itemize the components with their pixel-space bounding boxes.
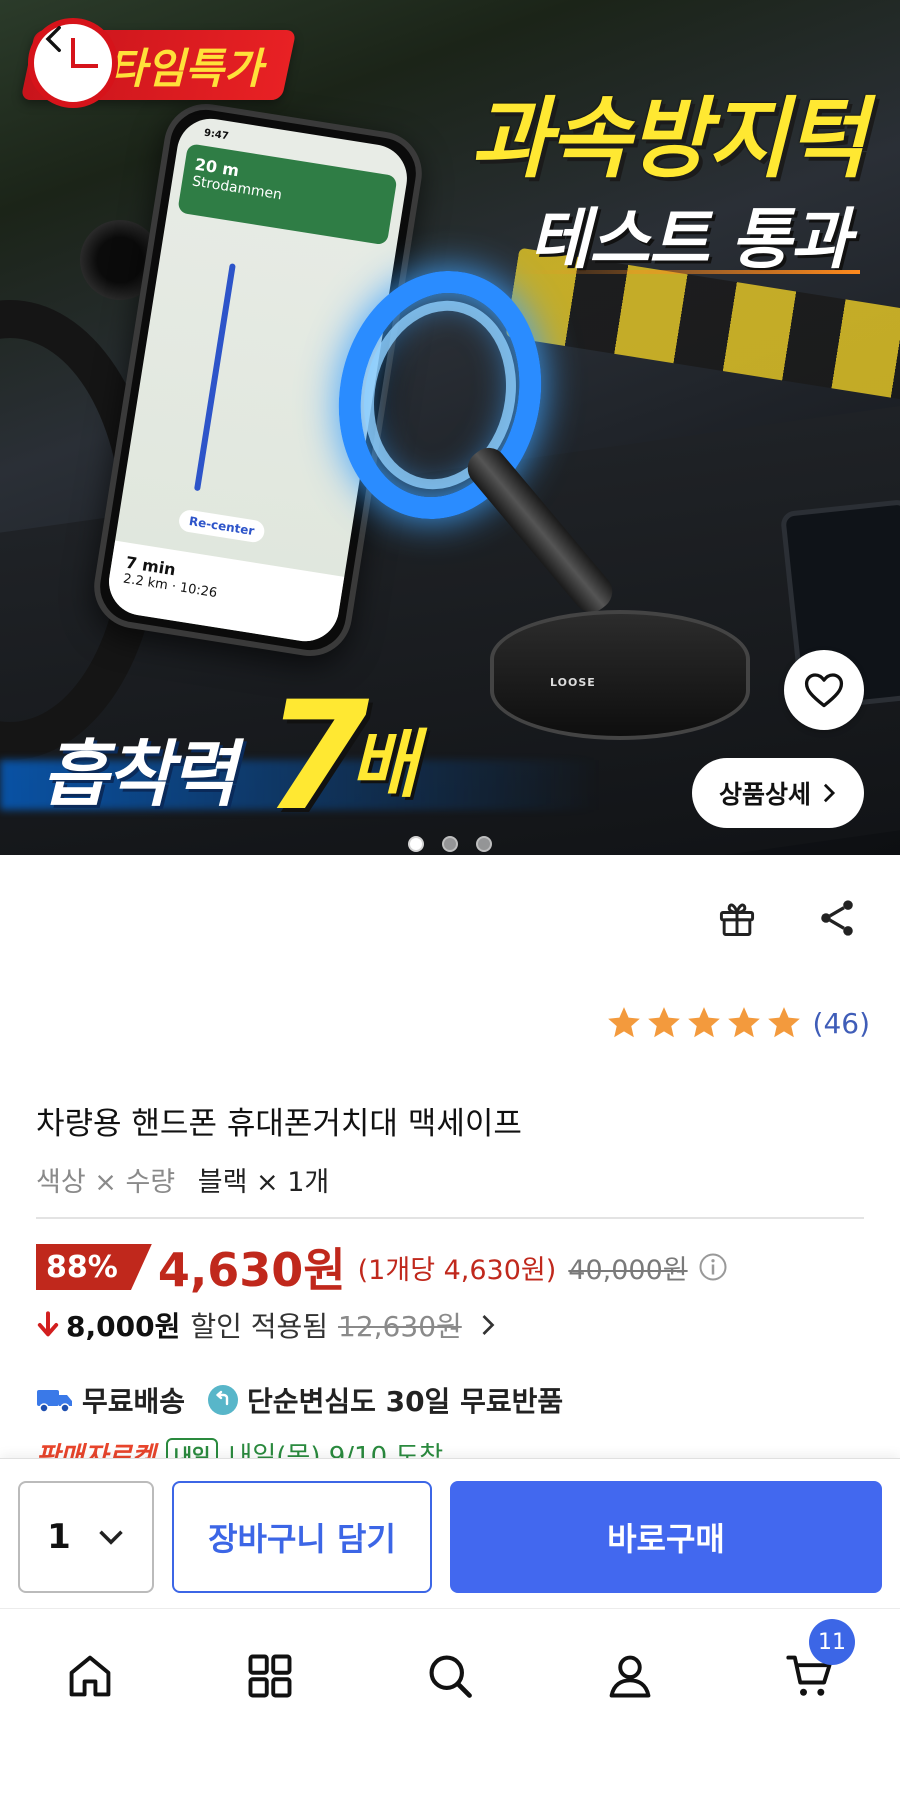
heart-icon bbox=[804, 673, 844, 708]
info-icon[interactable] bbox=[698, 1252, 728, 1282]
chevron-down-icon bbox=[99, 1530, 123, 1545]
tab-search[interactable] bbox=[415, 1641, 485, 1711]
review-count[interactable]: (46) bbox=[813, 1007, 870, 1040]
discount-badge: 88% bbox=[36, 1244, 152, 1290]
original-price: 40,000원 bbox=[568, 1254, 688, 1286]
route-line bbox=[193, 263, 236, 492]
return-icon bbox=[208, 1385, 239, 1415]
back-button[interactable] bbox=[30, 14, 80, 64]
carousel-dot[interactable] bbox=[442, 836, 458, 852]
coupon-applied: 할인 적용됨 bbox=[190, 1310, 329, 1343]
mount-base-illustration: LOOSE bbox=[490, 610, 750, 740]
chevron-right-icon bbox=[482, 1315, 495, 1335]
price-row: 88% 4,630원 (1개당 4,630원) 40,000원 bbox=[36, 1242, 728, 1297]
profile-icon bbox=[609, 1655, 651, 1698]
phone-recenter: Re-center bbox=[177, 508, 266, 544]
hero-subheadline: 테스트 통과 bbox=[529, 201, 851, 278]
category-grid-icon bbox=[248, 1654, 292, 1698]
tab-category[interactable] bbox=[235, 1641, 305, 1711]
product-rating[interactable]: (46) bbox=[605, 1004, 870, 1042]
chevron-left-icon bbox=[45, 25, 61, 53]
gift-button[interactable] bbox=[714, 895, 760, 941]
divider bbox=[36, 1217, 864, 1219]
bottom-tab-bar: 11 bbox=[0, 1608, 900, 1801]
carousel-indicator bbox=[0, 836, 900, 852]
purchase-action-bar: 1 장바구니 담기 바로구매 bbox=[0, 1458, 900, 1608]
suction-text: 흡착력 bbox=[42, 732, 237, 816]
truck-icon bbox=[37, 1390, 72, 1413]
phone-time: 9:47 bbox=[203, 127, 230, 143]
free-returns: 단순변심도 30일 무료반품 bbox=[247, 1385, 564, 1418]
gift-icon bbox=[719, 903, 755, 936]
price-before-coupon: 12,630원 bbox=[338, 1310, 462, 1343]
star-icon bbox=[647, 1007, 680, 1038]
carousel-dot[interactable] bbox=[408, 836, 424, 852]
add-to-cart-button[interactable]: 장바구니 담기 bbox=[172, 1481, 432, 1593]
buy-now-button[interactable]: 바로구매 bbox=[450, 1481, 882, 1593]
home-icon bbox=[69, 1655, 111, 1697]
phone-nav-banner: 20 m Strodammen bbox=[177, 143, 398, 246]
headline-underline bbox=[510, 270, 860, 274]
product-detail-button[interactable]: 상품상세 bbox=[692, 758, 864, 828]
star-icon bbox=[767, 1007, 800, 1038]
quantity-select[interactable]: 1 bbox=[18, 1481, 154, 1593]
cart-count-badge: 11 bbox=[809, 1619, 855, 1665]
suction-unit: 배 bbox=[350, 722, 419, 808]
share-icon bbox=[821, 900, 853, 936]
tab-cart[interactable]: 11 bbox=[775, 1619, 855, 1711]
search-icon bbox=[429, 1655, 472, 1698]
unit-price: (1개당 4,630원) bbox=[357, 1254, 557, 1286]
coupon-discount-row[interactable]: 8,000원 할인 적용됨 12,630원 bbox=[36, 1305, 496, 1345]
chevron-right-icon bbox=[823, 783, 836, 803]
coupon-amount: 8,000원 bbox=[66, 1310, 181, 1343]
sale-price: 4,630원 bbox=[157, 1243, 346, 1297]
star-icon bbox=[687, 1007, 720, 1038]
selected-option: 색상 × 수량 블랙 × 1개 bbox=[36, 1160, 329, 1199]
product-action-icons bbox=[714, 895, 860, 941]
share-button[interactable] bbox=[814, 895, 860, 941]
hero-headline: 과속방지턱 bbox=[470, 87, 867, 190]
arrow-down-icon bbox=[37, 1311, 59, 1337]
free-shipping: 무료배송 bbox=[82, 1385, 186, 1418]
option-value: 블랙 × 1개 bbox=[197, 1167, 330, 1198]
quantity-value: 1 bbox=[47, 1517, 71, 1557]
product-image-carousel[interactable]: 9:47 20 m Strodammen Re-center 7 min 2.2… bbox=[0, 0, 900, 855]
product-title: 차량용 핸드폰 휴대폰거치대 맥세이프 bbox=[36, 1106, 522, 1142]
star-icon bbox=[727, 1007, 760, 1038]
tab-my-page[interactable] bbox=[595, 1641, 665, 1711]
shipping-row: 무료배송 단순변심도 30일 무료반품 bbox=[36, 1380, 563, 1420]
wishlist-button[interactable] bbox=[784, 650, 864, 730]
tab-home[interactable] bbox=[55, 1641, 125, 1711]
carousel-dot[interactable] bbox=[476, 836, 492, 852]
star-icon bbox=[607, 1007, 640, 1038]
option-key: 색상 × 수량 bbox=[36, 1167, 176, 1198]
